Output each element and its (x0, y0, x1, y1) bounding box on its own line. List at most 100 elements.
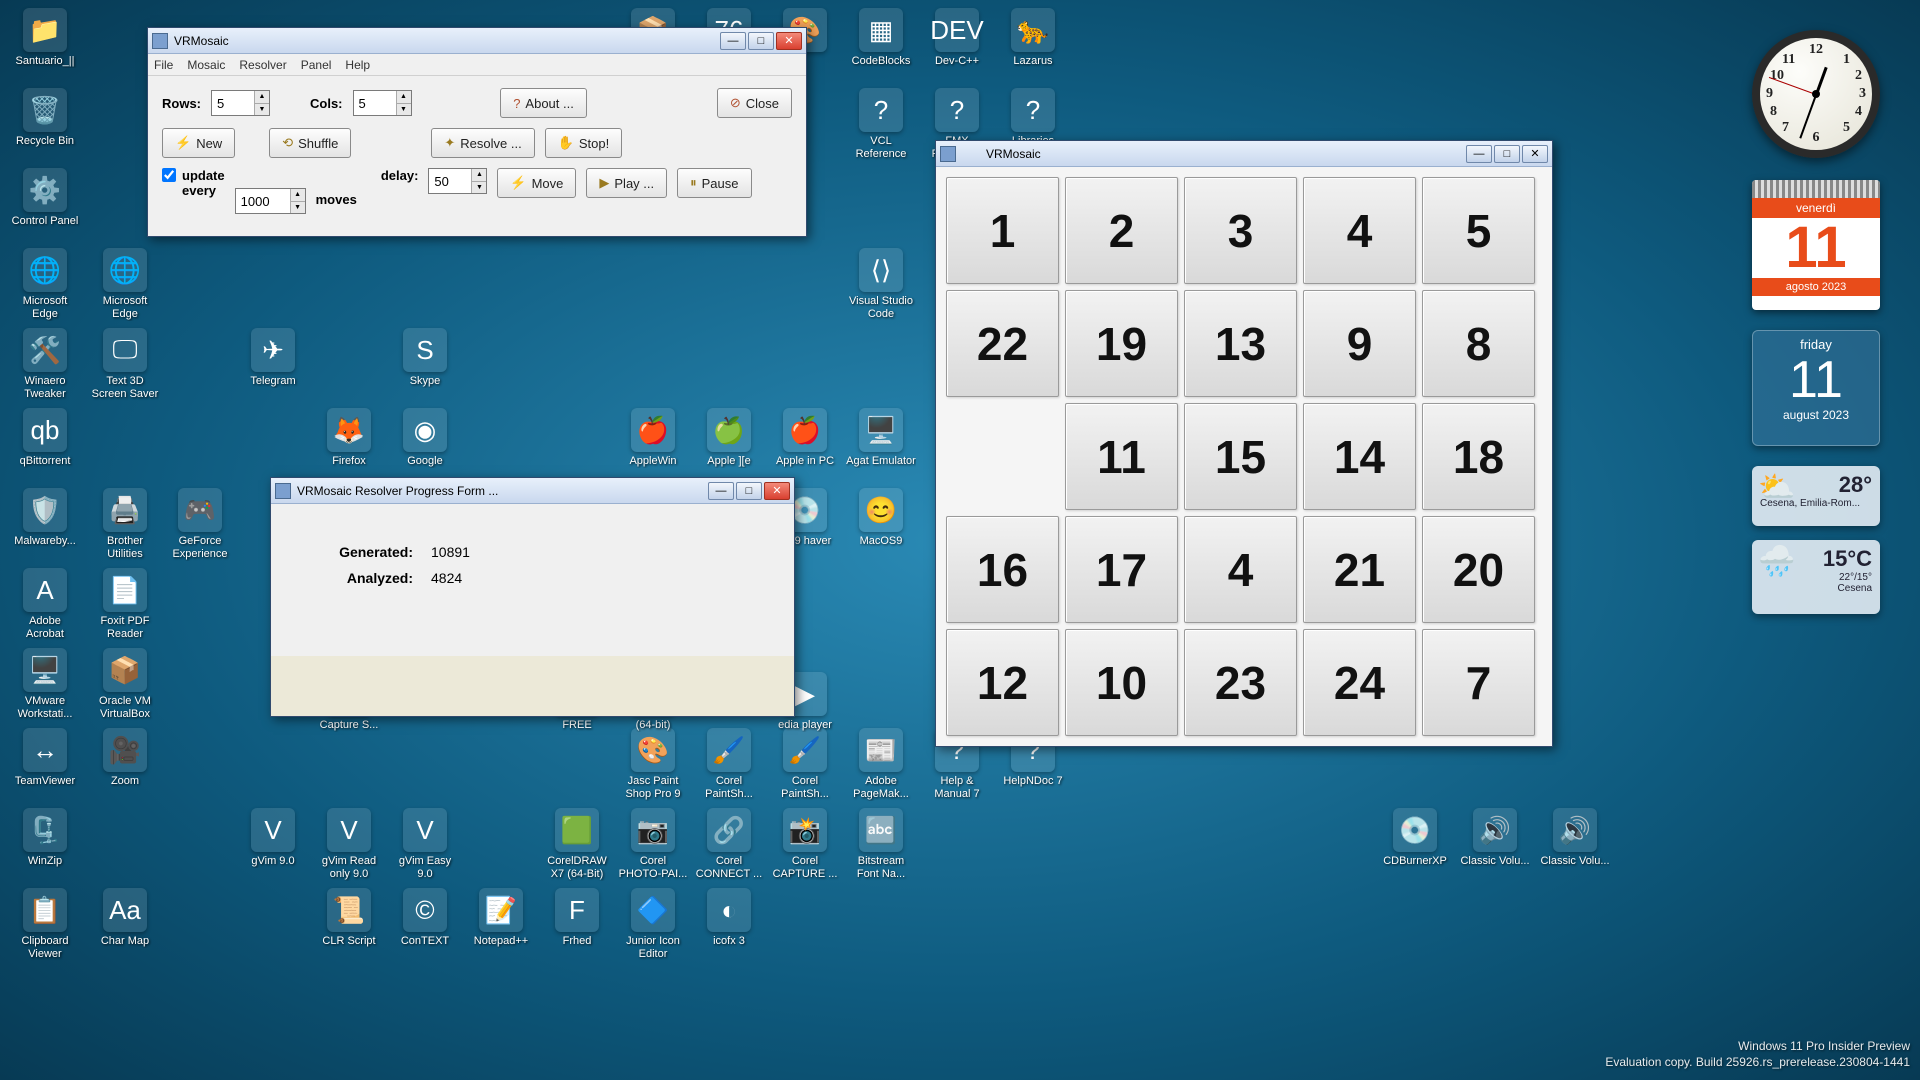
menu-file[interactable]: File (154, 58, 173, 72)
desktop-icon[interactable]: 🌐Microsoft Edge (10, 248, 80, 321)
desktop-icon[interactable]: 🗑️Recycle Bin (10, 88, 80, 148)
desktop-icon[interactable]: 🖨️Brother Utilities (90, 488, 160, 561)
close-button[interactable]: ✕ (1522, 145, 1548, 163)
desktop-icon[interactable]: 📁Santuario_|| (10, 8, 80, 68)
desktop-icon[interactable]: 📦Oracle VM VirtualBox (90, 648, 160, 721)
puzzle-tile[interactable]: 15 (1184, 403, 1297, 510)
puzzle-tile[interactable]: 7 (1422, 629, 1535, 736)
desktop-icon[interactable]: VgVim Read only 9.0 (314, 808, 384, 881)
desktop-icon[interactable]: 🖥️VMware Workstati... (10, 648, 80, 721)
cols-spinner[interactable]: ▲▼ (353, 90, 412, 116)
desktop-icon[interactable]: 🐆Lazarus (998, 8, 1068, 68)
resolve-button[interactable]: ✦Resolve ... (431, 128, 534, 158)
menu-help[interactable]: Help (345, 58, 370, 72)
cols-down[interactable]: ▼ (396, 104, 411, 116)
puzzle-tile[interactable]: 5 (1422, 177, 1535, 284)
about-button[interactable]: ?About ... (500, 88, 587, 118)
desktop-icon[interactable]: 🖥️Agat Emulator (846, 408, 916, 468)
cols-input[interactable] (354, 91, 396, 115)
desktop-icon[interactable]: 📄Foxit PDF Reader (90, 568, 160, 641)
puzzle-tile[interactable]: 3 (1184, 177, 1297, 284)
desktop-icon[interactable]: 🍎AppleWin (618, 408, 688, 468)
desktop-icon[interactable]: FFrhed (542, 888, 612, 948)
puzzle-tile[interactable]: 9 (1303, 290, 1416, 397)
desktop-icon[interactable]: 🛠️Winaero Tweaker (10, 328, 80, 401)
desktop-icon[interactable]: 🖌️Corel PaintSh... (694, 728, 764, 801)
puzzle-tile[interactable]: 17 (1065, 516, 1178, 623)
puzzle-tile[interactable]: 20 (1422, 516, 1535, 623)
rows-spinner[interactable]: ▲▼ (211, 90, 270, 116)
desktop-icon[interactable]: 🖵Text 3D Screen Saver (90, 328, 160, 401)
close-button[interactable]: ✕ (776, 32, 802, 50)
titlebar[interactable]: VRMosaic Resolver Progress Form ... — □ … (271, 478, 794, 504)
minimize-button[interactable]: — (1466, 145, 1492, 163)
update-spinner[interactable]: ▲▼ (235, 188, 306, 214)
desktop-icon[interactable]: ⟨⟩Visual Studio Code (846, 248, 916, 321)
desktop-icon[interactable]: 🎨Jasc Paint Shop Pro 9 (618, 728, 688, 801)
desktop-icon[interactable]: 🛡️Malwareby... (10, 488, 80, 548)
desktop-icon[interactable]: 🔊Classic Volu... (1540, 808, 1610, 868)
new-button[interactable]: ⚡New (162, 128, 235, 158)
puzzle-tile[interactable]: 4 (1184, 516, 1297, 623)
desktop-icon[interactable]: 📜CLR Script (314, 888, 384, 948)
desktop-icon[interactable]: 📷Corel PHOTO-PAI... (618, 808, 688, 881)
desktop-icon[interactable]: 📸Corel CAPTURE ... (770, 808, 840, 881)
play-button[interactable]: ▶Play ... (586, 168, 667, 198)
calendar-gadget-en[interactable]: friday 11 august 2023 (1752, 330, 1880, 446)
cols-up[interactable]: ▲ (396, 91, 411, 104)
desktop-icon[interactable]: ◉Google (390, 408, 460, 468)
puzzle-tile[interactable]: 24 (1303, 629, 1416, 736)
desktop-icon[interactable]: 🟩CorelDRAW X7 (64-Bit) (542, 808, 612, 881)
desktop-icon[interactable]: 😊MacOS9 (846, 488, 916, 548)
desktop-icon[interactable]: qbqBittorrent (10, 408, 80, 468)
desktop-icon[interactable]: 🍎Apple in PC (770, 408, 840, 468)
desktop-icon[interactable]: DEVDev-C++ (922, 8, 992, 68)
puzzle-tile[interactable]: 11 (1065, 403, 1178, 510)
pause-button[interactable]: ⏸Pause (677, 168, 751, 198)
desktop-icon[interactable]: VgVim 9.0 (238, 808, 308, 868)
update-input[interactable] (236, 189, 290, 213)
desktop-icon[interactable]: 🔗Corel CONNECT ... (694, 808, 764, 881)
weather-gadget-2[interactable]: 🌧️ 15°C 22°/15° Cesena (1752, 540, 1880, 614)
minimize-button[interactable]: — (720, 32, 746, 50)
puzzle-tile[interactable]: 4 (1303, 177, 1416, 284)
move-button[interactable]: ⚡Move (497, 168, 576, 198)
desktop-icon[interactable]: ⚙️Control Panel (10, 168, 80, 228)
menu-panel[interactable]: Panel (301, 58, 332, 72)
maximize-button[interactable]: □ (736, 482, 762, 500)
titlebar[interactable]: VRMosaic — □ ✕ (148, 28, 806, 54)
desktop-icon[interactable]: 🗜️WinZip (10, 808, 80, 868)
puzzle-tile[interactable]: 8 (1422, 290, 1535, 397)
menu-mosaic[interactable]: Mosaic (187, 58, 225, 72)
clock-gadget[interactable]: 12 3 6 9 1 2 4 5 7 8 10 11 (1752, 30, 1880, 158)
puzzle-tile[interactable]: 2 (1065, 177, 1178, 284)
rows-up[interactable]: ▲ (254, 91, 269, 104)
desktop-icon[interactable]: ©ConTEXT (390, 888, 460, 948)
desktop-icon[interactable]: ✈Telegram (238, 328, 308, 388)
desktop-icon[interactable]: 🔊Classic Volu... (1460, 808, 1530, 868)
maximize-button[interactable]: □ (748, 32, 774, 50)
desktop-icon[interactable]: 🎮GeForce Experience (165, 488, 235, 561)
desktop-icon[interactable]: 🎥Zoom (90, 728, 160, 788)
desktop-icon[interactable]: ▦CodeBlocks (846, 8, 916, 68)
puzzle-tile[interactable]: 13 (1184, 290, 1297, 397)
puzzle-tile[interactable]: 12 (946, 629, 1059, 736)
titlebar[interactable]: VRMosaic — □ ✕ (936, 141, 1552, 167)
puzzle-tile[interactable]: 23 (1184, 629, 1297, 736)
menu-resolver[interactable]: Resolver (239, 58, 286, 72)
desktop-icon[interactable]: 🍏Apple ][e (694, 408, 764, 468)
desktop-icon[interactable]: AaChar Map (90, 888, 160, 948)
desktop-icon[interactable]: 🌐Microsoft Edge (90, 248, 160, 321)
minimize-button[interactable]: — (708, 482, 734, 500)
puzzle-tile[interactable]: 14 (1303, 403, 1416, 510)
calendar-gadget-it[interactable]: venerdì 11 agosto 2023 (1752, 180, 1880, 310)
rows-input[interactable] (212, 91, 254, 115)
desktop-icon[interactable]: 🦊Firefox (314, 408, 384, 468)
close-panel-button[interactable]: ⊘Close (717, 88, 792, 118)
desktop-icon[interactable]: VgVim Easy 9.0 (390, 808, 460, 881)
maximize-button[interactable]: □ (1494, 145, 1520, 163)
desktop-icon[interactable]: 📰Adobe PageMak... (846, 728, 916, 801)
desktop-icon[interactable]: ?VCL Reference (846, 88, 916, 161)
puzzle-tile[interactable]: 10 (1065, 629, 1178, 736)
update-every-checkbox[interactable] (162, 168, 176, 182)
